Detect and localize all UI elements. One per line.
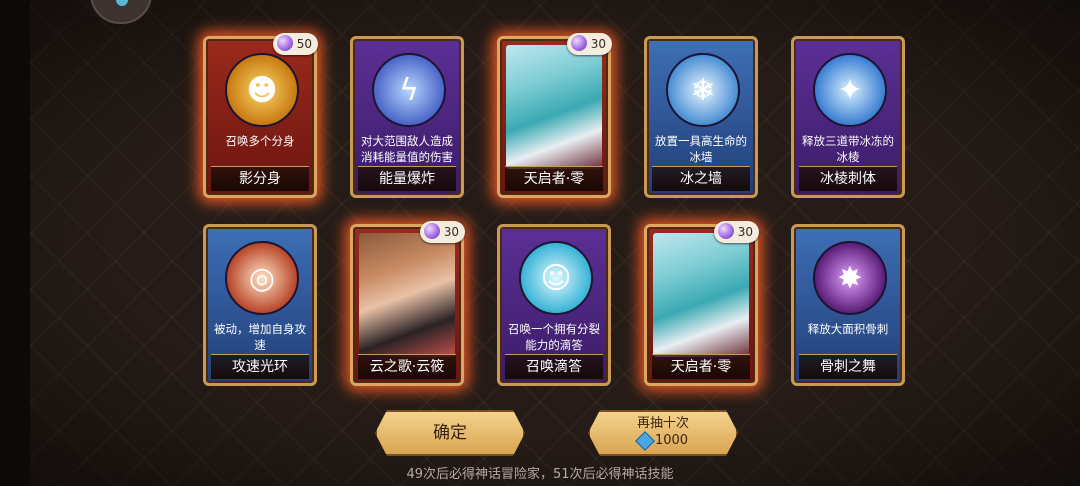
redraw-label: 再抽十次 (636, 416, 689, 431)
redraw-cost-value: 1000 (654, 433, 689, 448)
reward-card-yun-xiao[interactable]: 云之歌·云筱 30 (350, 221, 465, 386)
gem-icon (570, 35, 587, 51)
card-name: 天启者·零 (652, 354, 750, 379)
character-portrait (359, 233, 455, 357)
halo-icon: ◎ (225, 241, 299, 315)
cost-badge: 50 (272, 33, 318, 55)
card-description: 释放大面积骨刺 (807, 322, 889, 336)
card-name: 能量爆炸 (358, 166, 456, 191)
ice-wall-icon: ❄ (666, 53, 740, 127)
avatar-icon (116, 0, 128, 6)
shadow-clone-icon: ☻ (225, 53, 299, 127)
card-description: 被动，增加自身攻速 (214, 322, 306, 352)
card-name: 召唤滴答 (505, 354, 603, 379)
slime-icon: ☺ (519, 241, 593, 315)
card-description: 召唤多个分身 (225, 134, 295, 148)
card-description: 放置一具高生命的冰墙 (655, 134, 747, 164)
cost-badge: 30 (713, 221, 759, 243)
card-name: 天启者·零 (505, 166, 603, 191)
reward-card-attack-speed-halo[interactable]: ◎ 被动，增加自身攻速 攻速光环 (203, 224, 317, 386)
card-name: 骨刺之舞 (799, 354, 897, 379)
card-description: 释放三道带冰冻的冰棱 (802, 134, 894, 164)
reward-card-summon-tick[interactable]: ☺ 召唤一个拥有分裂能力的滴答 召唤滴答 (497, 224, 611, 386)
ice-shard-icon: ✦ (813, 53, 887, 127)
reward-card-apocalypse-zero[interactable]: 天启者·零 30 (497, 33, 612, 198)
side-bar (0, 0, 30, 486)
gem-icon (717, 223, 734, 239)
cost-value: 30 (737, 225, 753, 239)
character-portrait (506, 45, 602, 169)
redraw-ten-button[interactable]: 再抽十次 1000 (588, 410, 738, 456)
card-name: 攻速光环 (211, 354, 309, 379)
card-description: 对大范围敌人造成消耗能量值的伤害 (361, 134, 453, 164)
reward-card-ice-shard[interactable]: ✦ 释放三道带冰冻的冰棱 冰棱刺体 (791, 36, 905, 198)
pity-notice: 49次后必得神话冒险家，51次后必得神话技能 (406, 467, 674, 482)
reward-card-energy-burst[interactable]: ϟ 对大范围敌人造成消耗能量值的伤害 能量爆炸 (350, 36, 464, 198)
card-description: 召唤一个拥有分裂能力的滴答 (508, 322, 600, 352)
redraw-cost: 1000 (635, 430, 689, 451)
confirm-button[interactable]: 确定 (375, 410, 525, 456)
card-name: 冰棱刺体 (799, 166, 897, 191)
reward-card-apocalypse-zero-2[interactable]: 天启者·零 30 (644, 221, 759, 386)
reward-card-bone-spike[interactable]: ✸ 释放大面积骨刺 骨刺之舞 (791, 224, 905, 386)
diamond-icon (635, 430, 655, 451)
reward-card-ice-wall[interactable]: ❄ 放置一具高生命的冰墙 冰之墙 (644, 36, 758, 198)
card-name: 冰之墙 (652, 166, 750, 191)
card-name: 云之歌·云筱 (358, 354, 456, 379)
cost-value: 30 (590, 37, 606, 51)
lightning-icon: ϟ (372, 53, 446, 127)
cost-value: 30 (443, 225, 459, 239)
character-portrait (653, 233, 749, 357)
cost-badge: 30 (419, 221, 465, 243)
bone-spike-icon: ✸ (813, 241, 887, 315)
card-name: 影分身 (211, 166, 309, 191)
reward-card-shadow-clone[interactable]: ☻ 召唤多个分身 影分身 50 (203, 33, 318, 198)
cost-badge: 30 (566, 33, 612, 55)
gem-icon (276, 35, 293, 51)
gem-icon (423, 223, 440, 239)
confirm-label: 确定 (433, 423, 467, 443)
cost-value: 50 (296, 37, 312, 51)
